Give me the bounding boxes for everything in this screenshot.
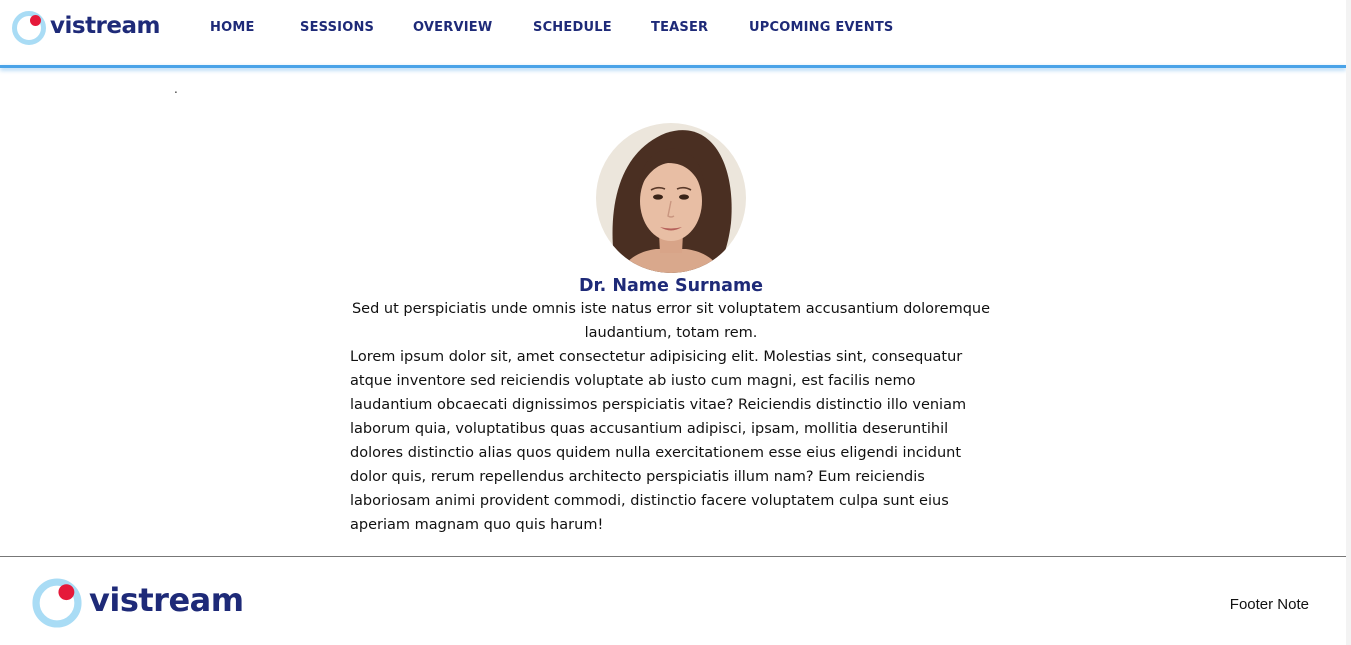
page-scrollbar[interactable] [1346, 0, 1351, 645]
brand-name: vistream [50, 13, 161, 39]
nav-schedule[interactable]: SCHEDULE [533, 20, 612, 35]
footer-logo[interactable]: vistream [31, 577, 244, 629]
footer-brand-name: vistream [89, 581, 244, 619]
nav-home[interactable]: HOME [210, 20, 255, 35]
speaker-bio: Lorem ipsum dolor sit, amet consectetur … [350, 349, 967, 533]
nav-overview[interactable]: OVERVIEW [413, 20, 492, 35]
nav-upcoming-events[interactable]: UPCOMING EVENTS [749, 20, 893, 35]
speaker-name: Dr. Name Surname [578, 276, 764, 296]
vistream-logo-icon [32, 578, 82, 628]
speaker-avatar [596, 123, 746, 273]
nav-sessions[interactable]: SESSIONS [300, 20, 374, 35]
brand-logo[interactable]: vistream [11, 10, 161, 46]
vistream-logo-icon [12, 11, 46, 45]
speaker-profile: Dr. Name Surname Sed ut perspiciatis und… [350, 123, 992, 537]
header-divider [0, 65, 1346, 68]
footer-divider [0, 556, 1346, 557]
speaker-subtitle: Sed ut perspiciatis unde omnis iste natu… [351, 301, 991, 341]
site-header: vistream HOME SESSIONS OVERVIEW SCHEDULE… [0, 0, 1346, 66]
nav-teaser[interactable]: TEASER [651, 20, 708, 35]
stray-text: . [174, 82, 178, 96]
footer-note: Footer Note [1229, 596, 1309, 613]
